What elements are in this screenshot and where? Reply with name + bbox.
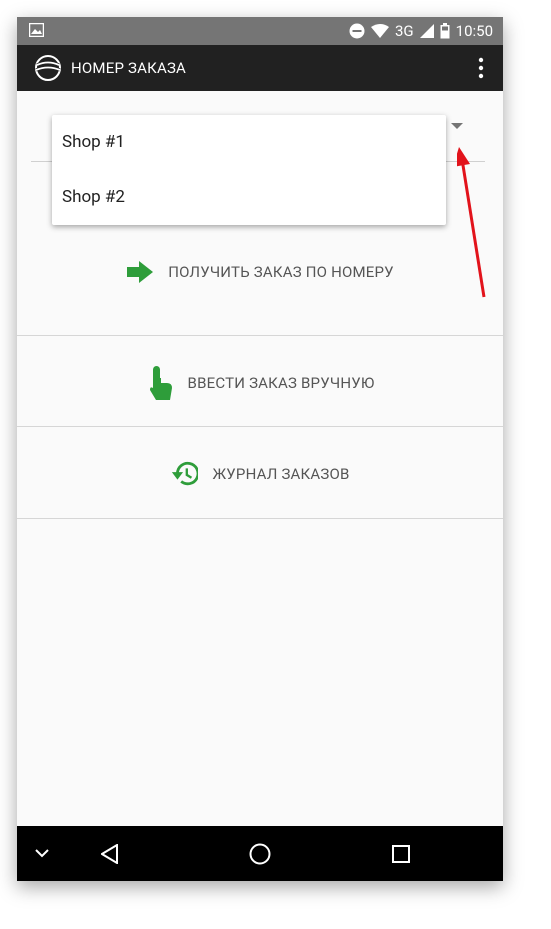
dropdown-option-shop-2[interactable]: Shop #2 (52, 170, 446, 225)
image-icon (29, 23, 44, 37)
history-icon (170, 460, 199, 488)
recents-square-icon (392, 844, 410, 863)
get-order-by-number-label: ПОЛУЧИТЬ ЗАКАЗ ПО НОМЕРУ (168, 263, 394, 281)
status-bar: 3G 10:50 (17, 17, 503, 45)
cell-signal-icon (419, 24, 434, 38)
nav-home-button[interactable] (245, 826, 275, 881)
nav-collapse-button[interactable] (27, 826, 57, 881)
order-journal-button[interactable]: ЖУРНАЛ ЗАКАЗОВ (17, 441, 503, 507)
touch-hand-icon (146, 366, 174, 400)
nav-recents-button[interactable] (386, 826, 416, 881)
wifi-icon (370, 24, 389, 38)
get-order-by-number-button[interactable]: ПОЛУЧИТЬ ЗАКАЗ ПО НОМЕРУ (17, 256, 503, 288)
status-right-group: 3G 10:50 (349, 17, 493, 45)
phone-screen: 3G 10:50 НОМЕР ЗАКАЗА ПОЛУЧИТЬ ЗАКАЗ ПО … (17, 17, 503, 881)
dropdown-arrow-icon[interactable] (451, 123, 463, 129)
arrow-right-icon (126, 258, 154, 286)
nav-bar (17, 826, 503, 881)
dropdown-option-shop-1[interactable]: Shop #1 (52, 115, 446, 170)
back-triangle-icon (101, 843, 118, 864)
more-vert-icon[interactable] (477, 57, 485, 79)
battery-icon (440, 23, 450, 39)
home-circle-icon (249, 843, 271, 864)
status-time: 10:50 (455, 22, 493, 40)
divider (17, 335, 503, 336)
network-type: 3G (394, 22, 414, 40)
nav-back-button[interactable] (95, 826, 125, 881)
do-not-disturb-icon (349, 23, 365, 39)
manual-entry-label: ВВЕСТИ ЗАКАЗ ВРУЧНУЮ (187, 374, 375, 392)
app-logo-icon (35, 55, 61, 81)
order-journal-label: ЖУРНАЛ ЗАКАЗОВ (212, 465, 350, 483)
divider (17, 426, 503, 427)
chevron-down-icon (35, 849, 49, 858)
page-title: НОМЕР ЗАКАЗА (71, 59, 187, 77)
shop-dropdown-menu: Shop #1 Shop #2 (52, 115, 446, 225)
manual-entry-button[interactable]: ВВЕСТИ ЗАКАЗ ВРУЧНУЮ (17, 348, 503, 418)
annotation-arrow-icon (457, 147, 486, 298)
divider (17, 518, 503, 519)
app-bar: НОМЕР ЗАКАЗА (17, 45, 503, 91)
